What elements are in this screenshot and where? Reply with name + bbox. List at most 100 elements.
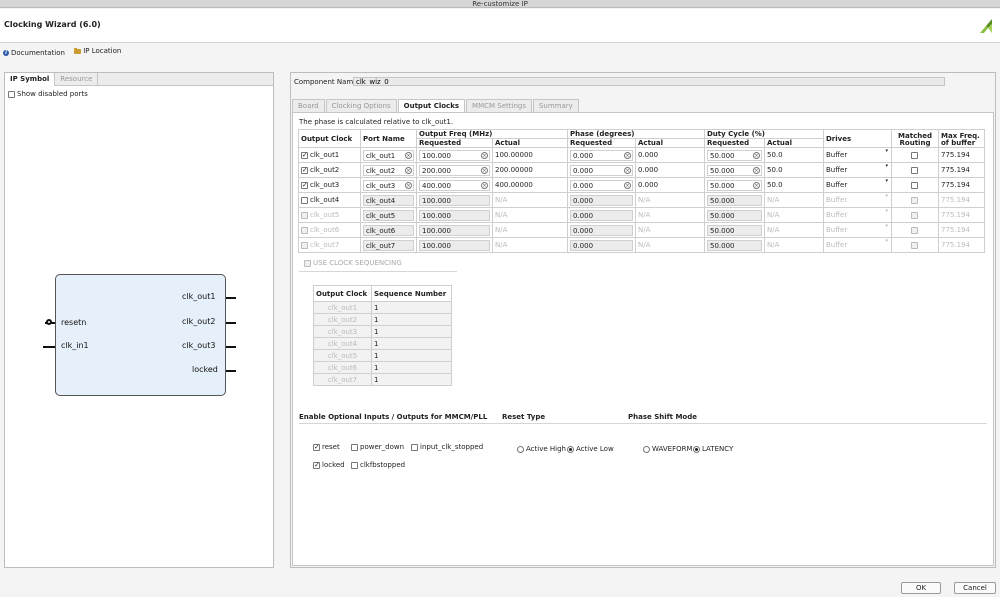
port-name-cell[interactable]: clk_out1 ×	[360, 147, 417, 163]
power-down-checkbox[interactable]	[351, 443, 358, 451]
drives-cell[interactable]: Buffer ▾	[823, 147, 892, 163]
drives-cell[interactable]: Buffer ▾	[823, 192, 892, 208]
output-clock-checkbox[interactable]	[301, 226, 308, 234]
waveform-option[interactable]: WAVEFORM	[643, 445, 693, 453]
power-down-option[interactable]: power_down	[351, 443, 404, 451]
drives-cell[interactable]: Buffer ▾	[823, 207, 892, 223]
locked-option[interactable]: locked	[313, 461, 345, 469]
matched-routing-cell[interactable]	[891, 222, 939, 238]
component-name-input[interactable]	[353, 77, 945, 86]
matched-routing-cell[interactable]	[891, 147, 939, 163]
matched-routing-cell[interactable]	[891, 177, 939, 193]
phase-requested-cell[interactable]: 0.000 ×	[567, 162, 636, 178]
chevron-down-icon[interactable]: ▾	[885, 194, 888, 200]
drives-cell[interactable]: Buffer ▾	[823, 237, 892, 253]
clear-icon[interactable]: ×	[753, 181, 760, 189]
tab-mmcm-settings[interactable]: MMCM Settings	[466, 99, 532, 112]
latency-radio[interactable]	[693, 445, 700, 453]
clear-icon[interactable]: ×	[753, 151, 760, 159]
chevron-down-icon[interactable]: ▾	[885, 224, 888, 230]
clkfbstopped-checkbox[interactable]	[351, 461, 358, 469]
output-clock-cell[interactable]: clk_out3	[298, 177, 361, 193]
output-clock-checkbox[interactable]	[301, 151, 308, 159]
chevron-down-icon[interactable]: ▾	[885, 209, 888, 215]
duty-requested-cell[interactable]: 50.000	[704, 237, 765, 253]
output-clock-checkbox[interactable]	[301, 166, 308, 174]
output-clock-checkbox[interactable]	[301, 241, 308, 249]
output-clock-cell[interactable]: clk_out4	[298, 192, 361, 208]
phase-requested-cell[interactable]: 0.000	[567, 237, 636, 253]
chevron-down-icon[interactable]: ▾	[885, 164, 888, 170]
freq-requested-cell[interactable]: 100.000 ×	[416, 147, 493, 163]
clear-icon[interactable]: ×	[481, 181, 488, 189]
active-low-radio[interactable]	[567, 445, 574, 453]
chevron-down-icon[interactable]: ▾	[885, 239, 888, 245]
output-clock-cell[interactable]: clk_out1	[298, 147, 361, 163]
output-clock-checkbox[interactable]	[301, 196, 308, 204]
reset-checkbox[interactable]	[313, 443, 320, 451]
seq-number-cell[interactable]: 1	[371, 313, 452, 326]
port-name-cell[interactable]: clk_out2 ×	[360, 162, 417, 178]
drives-cell[interactable]: Buffer ▾	[823, 222, 892, 238]
clear-icon[interactable]: ×	[405, 166, 412, 174]
chevron-down-icon[interactable]: ▾	[885, 179, 888, 185]
port-name-cell[interactable]: clk_out4	[360, 192, 417, 208]
seq-number-cell[interactable]: 1	[371, 301, 452, 314]
duty-requested-cell[interactable]: 50.000	[704, 192, 765, 208]
matched-routing-checkbox[interactable]	[910, 151, 918, 159]
port-name-cell[interactable]: clk_out7	[360, 237, 417, 253]
matched-routing-checkbox[interactable]	[910, 211, 918, 219]
output-clock-cell[interactable]: clk_out6	[298, 222, 361, 238]
output-clock-cell[interactable]: clk_out2	[298, 162, 361, 178]
matched-routing-cell[interactable]	[891, 192, 939, 208]
freq-requested-cell[interactable]: 100.000	[416, 222, 493, 238]
matched-routing-cell[interactable]	[891, 237, 939, 253]
seq-number-cell[interactable]: 1	[371, 349, 452, 362]
tab-resource[interactable]: Resource	[55, 73, 99, 86]
drives-cell[interactable]: Buffer ▾	[823, 162, 892, 178]
tab-ip-symbol[interactable]: IP Symbol	[5, 73, 56, 86]
clkfbstopped-option[interactable]: clkfbstopped	[351, 461, 405, 469]
clear-icon[interactable]: ×	[405, 151, 412, 159]
matched-routing-checkbox[interactable]	[910, 226, 918, 234]
output-clock-checkbox[interactable]	[301, 211, 308, 219]
duty-requested-cell[interactable]: 50.000 ×	[704, 147, 765, 163]
chevron-down-icon[interactable]: ▾	[885, 149, 888, 155]
output-clock-cell[interactable]: clk_out5	[298, 207, 361, 223]
tab-board[interactable]: Board	[292, 99, 325, 112]
freq-requested-cell[interactable]: 100.000	[416, 192, 493, 208]
matched-routing-cell[interactable]	[891, 162, 939, 178]
active-high-radio[interactable]	[517, 445, 524, 453]
duty-requested-cell[interactable]: 50.000	[704, 207, 765, 223]
clear-icon[interactable]: ×	[405, 181, 412, 189]
seq-number-cell[interactable]: 1	[371, 325, 452, 338]
freq-requested-cell[interactable]: 400.000 ×	[416, 177, 493, 193]
phase-requested-cell[interactable]: 0.000	[567, 192, 636, 208]
clear-icon[interactable]: ×	[624, 166, 631, 174]
seq-number-cell[interactable]: 1	[371, 337, 452, 350]
matched-routing-checkbox[interactable]	[910, 181, 918, 189]
cancel-button[interactable]: Cancel	[954, 582, 996, 594]
clear-icon[interactable]: ×	[481, 151, 488, 159]
waveform-radio[interactable]	[643, 445, 650, 453]
phase-requested-cell[interactable]: 0.000	[567, 207, 636, 223]
clear-icon[interactable]: ×	[753, 166, 760, 174]
freq-requested-cell[interactable]: 100.000	[416, 207, 493, 223]
show-disabled-ports[interactable]: Show disabled ports	[8, 90, 88, 98]
duty-requested-cell[interactable]: 50.000 ×	[704, 177, 765, 193]
active-high-option[interactable]: Active High	[517, 445, 566, 453]
tab-summary[interactable]: Summary	[532, 99, 579, 112]
matched-routing-checkbox[interactable]	[910, 241, 918, 249]
input-clk-stopped-checkbox[interactable]	[411, 443, 418, 451]
seq-number-cell[interactable]: 1	[371, 373, 452, 386]
ok-button[interactable]: OK	[901, 582, 941, 594]
tab-output-clocks[interactable]: Output Clocks	[397, 99, 466, 112]
port-name-cell[interactable]: clk_out6	[360, 222, 417, 238]
phase-requested-cell[interactable]: 0.000	[567, 222, 636, 238]
matched-routing-checkbox[interactable]	[910, 196, 918, 204]
freq-requested-cell[interactable]: 100.000	[416, 237, 493, 253]
port-name-cell[interactable]: clk_out5	[360, 207, 417, 223]
latency-option[interactable]: LATENCY	[693, 445, 733, 453]
clear-icon[interactable]: ×	[624, 181, 631, 189]
use-clock-sequencing[interactable]: USE CLOCK SEQUENCING	[304, 259, 402, 267]
